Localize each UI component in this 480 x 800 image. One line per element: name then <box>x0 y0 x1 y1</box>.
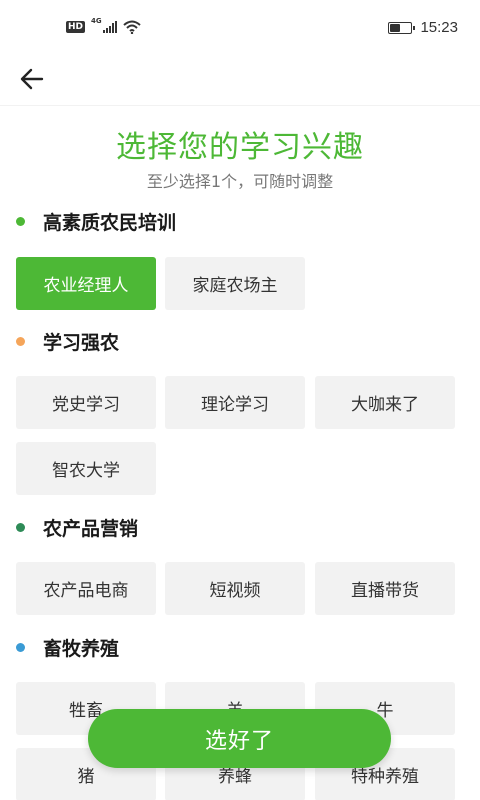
interest-chip-livestream[interactable]: 直播带货 <box>315 562 455 615</box>
page-title: 选择您的学习兴趣 <box>116 130 364 165</box>
interest-chip-smart-agri-university[interactable]: 智农大学 <box>16 442 156 495</box>
interest-chip-ecommerce[interactable]: 农产品电商 <box>16 562 156 615</box>
battery-level <box>390 23 401 32</box>
section-header-study: 学习强农 <box>16 328 119 355</box>
status-bar: HD 4G 15:23 <box>0 0 480 60</box>
back-button[interactable] <box>14 64 50 94</box>
interest-chip-short-video[interactable]: 短视频 <box>165 562 305 615</box>
section-header-livestock: 畜牧养殖 <box>16 634 119 661</box>
interest-chip-farm-manager[interactable]: 农业经理人 <box>16 257 156 310</box>
signal-icon <box>102 21 117 33</box>
network-type-label: 4G <box>91 17 102 25</box>
section-dot <box>16 217 25 226</box>
interest-chip-party-history[interactable]: 党史学习 <box>16 376 156 429</box>
section-title: 畜牧养殖 <box>43 638 120 660</box>
hd-badge: HD <box>66 21 86 33</box>
section-title: 学习强农 <box>43 332 120 354</box>
nav-bar <box>0 60 480 106</box>
status-icons-left: HD 4G <box>66 17 141 34</box>
section-header-training: 高素质农民培训 <box>16 208 176 235</box>
interest-chip-family-farmer[interactable]: 家庭农场主 <box>165 257 305 310</box>
interest-chip-experts[interactable]: 大咖来了 <box>315 376 455 429</box>
section-dot <box>16 643 25 652</box>
battery-icon <box>388 21 416 34</box>
wifi-icon <box>122 20 141 34</box>
section-title: 高素质农民培训 <box>43 212 177 234</box>
confirm-button[interactable]: 选好了 <box>88 709 391 768</box>
clock: 15:23 <box>420 19 458 36</box>
section-dot <box>16 523 25 532</box>
section-header-marketing: 农产品营销 <box>16 514 138 541</box>
section-title: 农产品营销 <box>43 518 139 540</box>
page-subtitle: 至少选择1个，可随时调整 <box>146 172 334 191</box>
arrow-left-icon <box>20 68 44 90</box>
interest-chip-theory[interactable]: 理论学习 <box>165 376 305 429</box>
status-icons-right: 15:23 <box>388 19 458 36</box>
section-dot <box>16 337 25 346</box>
